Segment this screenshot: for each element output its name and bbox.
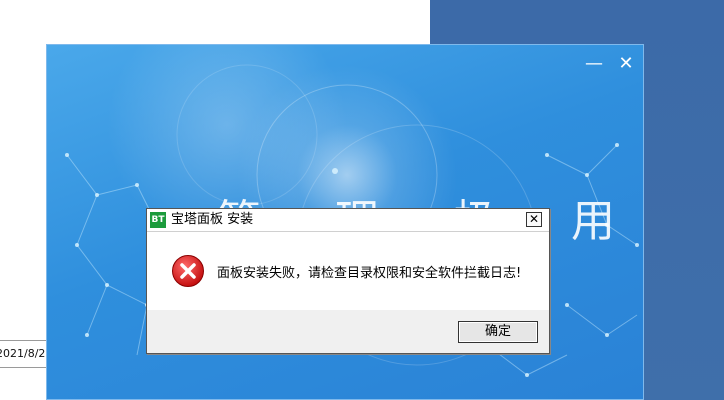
error-message: 面板安装失败，请检查目录权限和安全软件拦截日志! — [217, 266, 522, 281]
close-button[interactable]: ✕ — [615, 53, 637, 75]
dialog-titlebar: BT 宝塔面板 安装 ✕ — [147, 209, 549, 232]
dialog-close-button[interactable]: ✕ — [526, 212, 542, 227]
dialog-body: 面板安装失败，请检查目录权限和安全软件拦截日志! — [147, 232, 549, 310]
dialog-title: 宝塔面板 安装 — [171, 212, 254, 227]
bt-app-icon: BT — [150, 212, 166, 228]
dialog-footer: 确定 — [147, 310, 549, 353]
minimize-button[interactable]: — — [583, 53, 605, 75]
error-icon — [172, 255, 204, 287]
error-dialog: BT 宝塔面板 安装 ✕ 面板安装失败，请检查目录权限和安全软件拦截日志! 确定 — [146, 208, 550, 354]
ok-button[interactable]: 确定 — [458, 321, 538, 343]
